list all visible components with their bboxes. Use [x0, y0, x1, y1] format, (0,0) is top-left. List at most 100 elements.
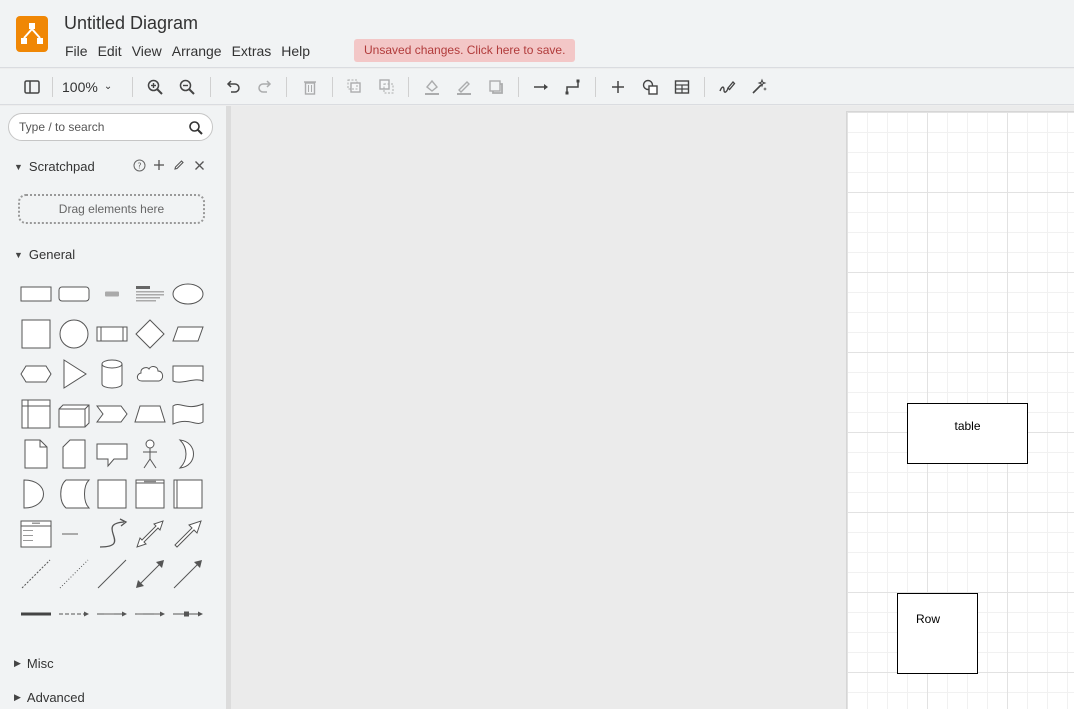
svg-text:?: ? — [137, 161, 141, 170]
shape-curve[interactable] — [94, 516, 130, 552]
shape-tape[interactable] — [170, 396, 206, 432]
shape-parallelogram[interactable] — [170, 316, 206, 352]
shape-cube[interactable] — [56, 396, 92, 432]
menu-view[interactable]: View — [127, 41, 167, 61]
misc-header[interactable]: ▶ Misc — [14, 656, 54, 671]
shape-list[interactable] — [18, 516, 54, 552]
shape-text[interactable] — [94, 276, 130, 312]
delete-icon[interactable] — [298, 75, 322, 99]
redo-icon[interactable] — [253, 75, 277, 99]
diagram-title[interactable]: Untitled Diagram — [64, 13, 198, 34]
ai-generate-icon[interactable] — [747, 75, 771, 99]
shape-step[interactable] — [94, 396, 130, 432]
diagram-canvas[interactable]: table Row — [231, 106, 1074, 709]
add-icon[interactable] — [152, 158, 166, 172]
shape-diamond[interactable] — [132, 316, 168, 352]
shadow-icon[interactable] — [484, 75, 508, 99]
menu-edit[interactable]: Edit — [93, 41, 127, 61]
menu-arrange[interactable]: Arrange — [167, 41, 227, 61]
menu-extras[interactable]: Extras — [227, 41, 277, 61]
shape-connector-arrow[interactable] — [56, 596, 92, 632]
format-panel-icon[interactable] — [20, 75, 44, 99]
shape-hexagon[interactable] — [18, 356, 54, 392]
shape-internal-storage[interactable] — [18, 396, 54, 432]
to-back-icon[interactable] — [375, 75, 399, 99]
shape-container[interactable] — [94, 476, 130, 512]
triangle-down-icon: ▼ — [14, 249, 23, 260]
diagram-page[interactable]: table Row — [846, 111, 1074, 709]
shape-actor[interactable] — [132, 436, 168, 472]
shape-square[interactable] — [18, 316, 54, 352]
shape-directional-connector[interactable] — [170, 556, 206, 592]
shape-connector-multi-label[interactable] — [132, 596, 168, 632]
freehand-icon[interactable] — [715, 75, 739, 99]
shape-horizontal-container[interactable] — [170, 476, 206, 512]
shape-dashed-line[interactable] — [18, 556, 54, 592]
shape-data-storage[interactable] — [56, 476, 92, 512]
shape-triangle[interactable] — [56, 356, 92, 392]
waypoints-icon[interactable] — [561, 75, 585, 99]
shape-connector-symbol[interactable] — [170, 596, 206, 632]
shape-dotted-line[interactable] — [56, 556, 92, 592]
triangle-right-icon: ▶ — [14, 658, 21, 668]
shape-process[interactable] — [94, 316, 130, 352]
shape-cylinder[interactable] — [94, 356, 130, 392]
search-icon[interactable] — [188, 120, 204, 136]
shape-arrow[interactable] — [170, 516, 206, 552]
shape-textbox[interactable] — [132, 276, 168, 312]
menu-file[interactable]: File — [60, 41, 93, 61]
undo-icon[interactable] — [221, 75, 245, 99]
shape-card[interactable] — [56, 436, 92, 472]
search-input[interactable] — [19, 119, 179, 135]
shape-trapezoid[interactable] — [132, 396, 168, 432]
fill-color-icon[interactable] — [420, 75, 444, 99]
shape-ellipse[interactable] — [170, 276, 206, 312]
shape-line[interactable] — [94, 556, 130, 592]
scratchpad-header[interactable]: ▼ Scratchpad — [14, 159, 95, 174]
node-row[interactable]: Row — [897, 593, 978, 674]
shape-circle[interactable] — [56, 316, 92, 352]
edit-icon[interactable] — [172, 158, 186, 172]
zoom-value: 100% — [62, 79, 98, 95]
scratchpad-dropzone[interactable]: Drag elements here — [18, 194, 205, 224]
general-header[interactable]: ▼ General — [14, 247, 75, 262]
zoom-dropdown[interactable]: 100% ⌄ — [62, 75, 112, 99]
shape-connector-label[interactable] — [94, 596, 130, 632]
connection-icon[interactable] — [529, 75, 553, 99]
close-icon[interactable] — [192, 158, 206, 172]
to-front-icon[interactable] — [343, 75, 367, 99]
shapes-icon[interactable] — [638, 75, 662, 99]
shape-cloud[interactable] — [132, 356, 168, 392]
toolbar-separator — [518, 77, 519, 97]
help-icon[interactable]: ? — [132, 158, 146, 172]
shape-rounded-rectangle[interactable] — [56, 276, 92, 312]
node-table[interactable]: table — [907, 403, 1028, 464]
toolbar-separator — [595, 77, 596, 97]
toolbar-separator — [286, 77, 287, 97]
insert-icon[interactable] — [606, 75, 630, 99]
shape-callout[interactable] — [94, 436, 130, 472]
menu-help[interactable]: Help — [276, 41, 315, 61]
shape-rectangle[interactable] — [18, 276, 54, 312]
shape-delay[interactable] — [18, 476, 54, 512]
toolbar-separator — [332, 77, 333, 97]
drawio-logo-icon[interactable] — [16, 16, 48, 52]
unsaved-changes-button[interactable]: Unsaved changes. Click here to save. — [354, 39, 576, 62]
zoom-out-icon[interactable] — [175, 75, 199, 99]
node-label: table — [954, 419, 981, 433]
shape-bidirectional-arrow[interactable] — [132, 516, 168, 552]
advanced-header[interactable]: ▶ Advanced — [14, 690, 85, 705]
shape-document[interactable] — [170, 356, 206, 392]
shape-thick-link[interactable] — [18, 596, 54, 632]
shape-or[interactable] — [170, 436, 206, 472]
shape-vertical-container[interactable] — [132, 476, 168, 512]
shape-list-item[interactable] — [56, 516, 92, 552]
shape-bidirectional-connector[interactable] — [132, 556, 168, 592]
scratchpad-title: Scratchpad — [28, 159, 95, 174]
table-icon[interactable] — [670, 75, 694, 99]
zoom-in-icon[interactable] — [143, 75, 167, 99]
triangle-down-icon: ▼ — [14, 161, 23, 172]
shape-note[interactable] — [18, 436, 54, 472]
line-color-icon[interactable] — [452, 75, 476, 99]
toolbar-separator — [210, 77, 211, 97]
